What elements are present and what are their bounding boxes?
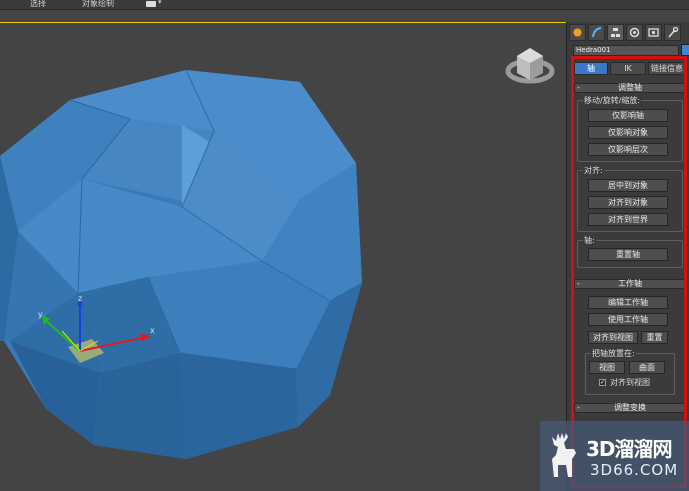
tab-ik[interactable]: IK	[610, 62, 646, 75]
display-icon[interactable]	[645, 24, 662, 41]
align-to-object-button[interactable]: 对齐到对象	[588, 196, 668, 209]
modify-icon[interactable]	[588, 24, 605, 41]
watermark: 3D溜溜网 3D66.COM	[540, 421, 689, 491]
reset-pivot-button[interactable]: 重置轴	[588, 248, 668, 261]
rollout-title: 工作轴	[618, 279, 642, 288]
align-to-world-button[interactable]: 对齐到世界	[588, 213, 668, 226]
deer-logo-icon	[552, 433, 576, 477]
hedra-object[interactable]	[0, 69, 363, 459]
group-label-alignment: 对齐:	[583, 165, 604, 176]
align-to-view-button[interactable]: 对齐到视图	[588, 331, 638, 344]
edit-working-pivot-button[interactable]: 编辑工作轴	[588, 296, 668, 309]
collapse-icon: -	[577, 279, 580, 288]
affect-pivot-only-button[interactable]: 仅影响轴	[588, 109, 668, 122]
watermark-title: 3D溜溜网	[586, 437, 673, 461]
toggle-pill-icon[interactable]	[146, 1, 156, 7]
affect-object-only-button[interactable]: 仅影响对象	[588, 126, 668, 139]
watermark-subtitle: 3D66.COM	[590, 461, 679, 479]
gizmo-z-label: z	[78, 294, 82, 303]
object-name-field[interactable]: Hedra001	[573, 45, 679, 56]
place-pivot-group	[585, 353, 675, 395]
viewcube-icon[interactable]	[505, 48, 555, 84]
utilities-icon[interactable]	[664, 24, 681, 41]
group-label-place-pivot: 把轴放置在:	[591, 348, 636, 359]
motion-icon[interactable]	[626, 24, 643, 41]
collapse-icon: -	[577, 83, 580, 92]
hierarchy-sub-tabs: 轴 IK 链接信息	[574, 62, 686, 76]
tab-object-paint[interactable]: 对象绘制	[82, 0, 114, 9]
hierarchy-icon[interactable]	[607, 24, 624, 41]
rollout-title: 调整变换	[614, 403, 646, 412]
align-to-view-checkbox-label: 对齐到视图	[610, 378, 650, 387]
place-on-surface-button[interactable]: 曲面	[629, 361, 665, 374]
tab-link-info[interactable]: 链接信息	[648, 62, 686, 75]
command-panel-tabs	[569, 24, 688, 42]
top-toolbar: 选择 对象绘制 ▾	[0, 0, 689, 10]
perspective-viewport[interactable]: x y z	[0, 22, 566, 491]
center-to-object-button[interactable]: 居中到对象	[588, 179, 668, 192]
chevron-down-icon[interactable]: ▾	[158, 0, 162, 6]
gizmo-x-label: x	[150, 326, 155, 335]
tab-pivot[interactable]: 轴	[574, 62, 608, 75]
use-working-pivot-button[interactable]: 使用工作轴	[588, 313, 668, 326]
rollout-adjust-pivot[interactable]: - 调整轴	[574, 83, 686, 93]
rollout-title: 调整轴	[618, 83, 642, 92]
tab-selection[interactable]: 选择	[30, 0, 46, 9]
group-label-pivot: 轴:	[583, 235, 596, 246]
place-on-view-button[interactable]: 视图	[589, 361, 625, 374]
align-to-view-checkbox[interactable]: ✓	[599, 379, 606, 386]
collapse-icon: -	[577, 403, 580, 412]
rollout-adjust-transform[interactable]: - 调整变换	[574, 403, 686, 413]
reset-working-pivot-button[interactable]: 重置	[641, 331, 668, 344]
gizmo-y-label: y	[38, 310, 43, 319]
object-color-swatch[interactable]	[681, 44, 689, 56]
viewport-scene[interactable]: x y z	[0, 23, 566, 491]
group-label-move: 移动/旋转/缩放:	[583, 95, 642, 106]
create-icon[interactable]	[569, 24, 586, 41]
affect-hierarchy-only-button[interactable]: 仅影响层次	[588, 143, 668, 156]
rollout-working-pivot[interactable]: - 工作轴	[574, 279, 686, 289]
